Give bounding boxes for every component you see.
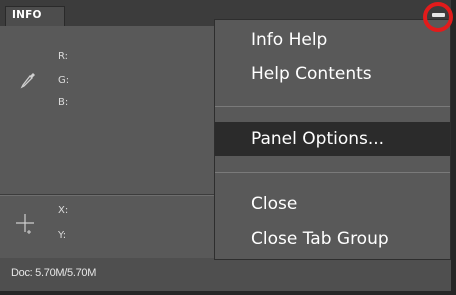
panel-menu-icon [432,13,445,17]
panel-flyout-menu: Info Help Help Contents Panel Options...… [214,19,451,260]
status-bar: Doc: 5.70M/5.70M [0,258,451,291]
red-label: R: [58,51,69,62]
panel-edge [451,0,456,295]
menu-item-info-help[interactable]: Info Help [215,26,450,54]
x-label: X: [58,205,69,216]
document-size: Doc: 5.70M/5.70M [11,267,97,279]
menu-item-help-contents[interactable]: Help Contents [215,60,450,88]
green-label: G: [58,75,70,86]
tab-info[interactable]: INFO [5,6,65,26]
menu-item-panel-options[interactable]: Panel Options... [215,122,450,156]
panel-menu-button[interactable] [423,2,453,32]
menu-separator [215,106,450,107]
tab-info-label: INFO [12,9,42,21]
eyedropper-icon [20,73,35,89]
menu-separator [215,172,450,173]
y-label: Y: [58,230,67,241]
menu-item-close-tab-group[interactable]: Close Tab Group [215,225,450,253]
crosshair-icon [16,214,34,234]
menu-item-close[interactable]: Close [215,190,450,218]
blue-label: B: [58,97,69,108]
panel-bottom-edge [0,291,456,295]
